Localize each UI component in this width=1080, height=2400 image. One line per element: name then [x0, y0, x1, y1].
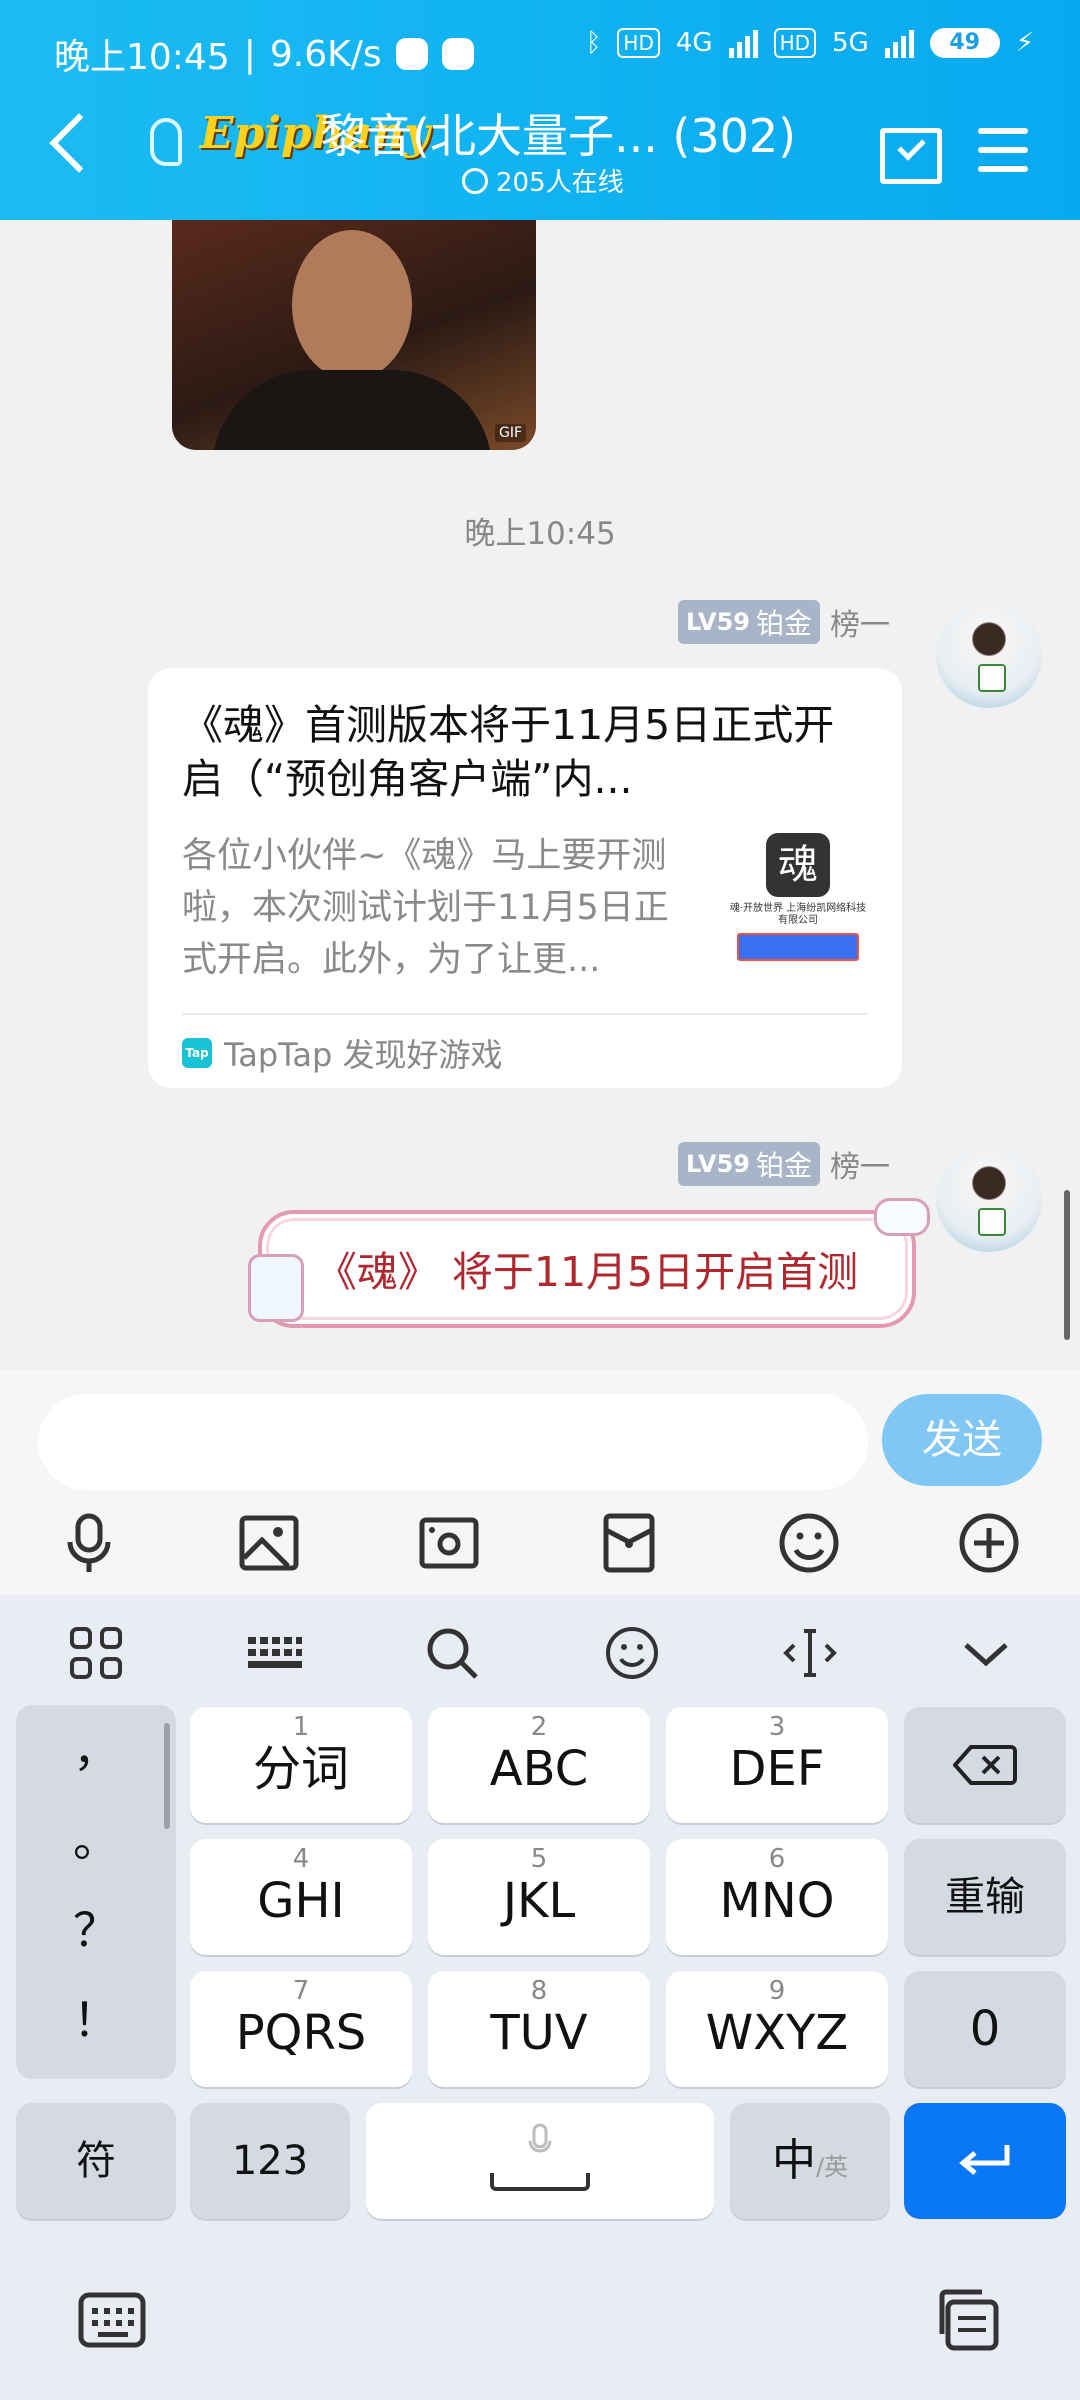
online-check-icon [462, 167, 488, 194]
thumbnail-caption: 魂·开放世界 上海纷凯网络科技有限公司 [729, 903, 867, 926]
keyboard-bottom-bar [0, 2240, 1080, 2400]
scrollbar[interactable] [1064, 1190, 1070, 1340]
key-8[interactable]: 8 TUV [428, 1971, 650, 2087]
key-4[interactable]: 4 GHI [190, 1839, 412, 1955]
keyboard-layout-icon[interactable] [244, 1623, 304, 1683]
reinput-key[interactable]: 重输 [904, 1839, 1066, 1955]
sender-meta: LV59 铂金 榜一 [678, 1142, 890, 1186]
shared-link-card[interactable]: 《魂》首测版本将于11月5日正式开启（“预创角客户端”内... 各位小伙伴~《魂… [148, 668, 902, 1088]
space-key[interactable] [366, 2103, 714, 2219]
taptap-icon: Tap [182, 1038, 212, 1068]
card-thumbnail: 魂 魂·开放世界 上海纷凯网络科技有限公司 [728, 833, 868, 973]
text-message-bubble[interactable]: 《魂》 将于11月5日开启首测 [248, 1198, 930, 1328]
punct-question[interactable]: ？ [16, 1885, 176, 1975]
card-source: Tap TapTap 发现好游戏 [182, 1030, 503, 1076]
sender-name[interactable]: 榜一 [830, 1142, 890, 1186]
signal-icon [728, 28, 758, 58]
status-time: 晚上10:45 [54, 37, 230, 78]
calendar-check-icon[interactable] [880, 128, 942, 184]
bluetooth-icon: ᛒ [585, 28, 602, 58]
message-list[interactable]: GIF 晚上10:45 LV59 铂金 榜一 《魂》首测版本将于11月5日正式开… [0, 220, 1080, 1370]
chevron-down-icon[interactable] [956, 1623, 1016, 1683]
key-6[interactable]: 6 MNO [666, 1839, 888, 1955]
cursor-move-icon[interactable] [780, 1623, 840, 1683]
game-logo: 魂 [766, 833, 830, 897]
zero-key[interactable]: 0 [904, 1971, 1066, 2087]
gif-image[interactable]: GIF [172, 220, 536, 450]
hd-badge-2: HD [773, 28, 817, 58]
composer: 发送 [0, 1370, 1080, 1595]
divider [182, 1013, 868, 1015]
network-type-4g: 4G [675, 28, 713, 58]
punct-period[interactable]: 。 [16, 1795, 176, 1885]
avatar[interactable] [936, 602, 1042, 708]
avatar[interactable] [936, 1146, 1042, 1252]
message-notification-icon [441, 38, 474, 70]
group-title[interactable]: 黎音(北大量子... (302) [320, 100, 796, 166]
key-1[interactable]: 1 分词 [190, 1707, 412, 1823]
search-icon[interactable] [422, 1623, 482, 1683]
punctuation-list[interactable]: ， 。 ？ ！ [16, 1705, 176, 2079]
image-icon[interactable] [236, 1510, 302, 1576]
network-type-5g: 5G [832, 28, 869, 58]
language-switch-key[interactable]: 中/英 [730, 2103, 890, 2219]
punct-exclaim[interactable]: ！ [16, 1975, 176, 2065]
sender-meta: LV59 铂金 榜一 [678, 600, 890, 644]
punct-comma[interactable]: ， [16, 1705, 176, 1795]
backspace-icon [952, 1745, 1017, 1785]
battery-indicator: 49 [929, 28, 1000, 58]
menu-icon[interactable] [978, 128, 1028, 172]
red-packet-icon[interactable] [596, 1510, 662, 1576]
key-7[interactable]: 7 PQRS [190, 1971, 412, 2087]
key-2[interactable]: 2 ABC [428, 1707, 650, 1823]
gif-badge: GIF [494, 424, 526, 442]
bubble-decoration [874, 1198, 930, 1236]
backspace-key[interactable] [904, 1707, 1066, 1823]
thumbnail-button [737, 933, 859, 961]
status-bar: 晚上10:45 | 9.6K/s ᛒ HD 4G HD 5G 49 ⚡ [54, 28, 1034, 78]
plus-icon[interactable] [956, 1510, 1022, 1576]
sender-name[interactable]: 榜一 [830, 600, 890, 644]
back-icon[interactable] [49, 113, 109, 173]
emoji-icon[interactable] [776, 1510, 842, 1576]
enter-icon [959, 2145, 1010, 2175]
card-title: 《魂》首测版本将于11月5日正式开启（“预创角客户端”内... [182, 701, 835, 803]
level-badge: LV59 铂金 [678, 600, 820, 644]
numeric-key[interactable]: 123 [190, 2103, 350, 2219]
network-speed: 9.6K/s [269, 33, 382, 75]
keyboard-icon[interactable] [78, 2292, 146, 2348]
clipboard-icon[interactable] [934, 2288, 1000, 2352]
message-timestamp: 晚上10:45 [464, 516, 616, 552]
message-input[interactable] [38, 1394, 868, 1490]
signal-icon-2 [884, 28, 914, 58]
keyboard-toolbar [0, 1595, 1080, 1705]
level-badge: LV59 铂金 [678, 1142, 820, 1186]
apps-grid-icon[interactable] [66, 1623, 126, 1683]
symbols-key[interactable]: 符 [16, 2103, 176, 2219]
key-3[interactable]: 3 DEF [666, 1707, 888, 1823]
message-text: 《魂》 将于11月5日开启首测 [315, 1248, 859, 1296]
mic-icon[interactable] [56, 1510, 122, 1576]
send-button[interactable]: 发送 [882, 1394, 1042, 1486]
space-bar-glyph [490, 2173, 590, 2191]
camera-icon[interactable] [416, 1510, 482, 1576]
key-5[interactable]: 5 JKL [428, 1839, 650, 1955]
hd-badge: HD [617, 28, 660, 58]
punct-scrollbar [164, 1723, 170, 1829]
enter-key[interactable] [904, 2103, 1066, 2219]
chat-header: 晚上10:45 | 9.6K/s ᛒ HD 4G HD 5G 49 ⚡ Epip… [0, 0, 1080, 220]
earpiece-mode-icon[interactable] [150, 118, 182, 166]
voice-input-icon [528, 2123, 552, 2153]
key-9[interactable]: 9 WXYZ [666, 1971, 888, 2087]
app-notification-icon [395, 38, 428, 70]
emoji-keyboard-icon[interactable] [602, 1623, 662, 1683]
online-count[interactable]: 205人在线 [462, 162, 624, 199]
card-description: 各位小伙伴~《魂》马上要开测啦，本次测试计划于11月5日正式开启。此外，为了让更… [182, 836, 669, 980]
charging-icon: ⚡ [1015, 28, 1034, 58]
